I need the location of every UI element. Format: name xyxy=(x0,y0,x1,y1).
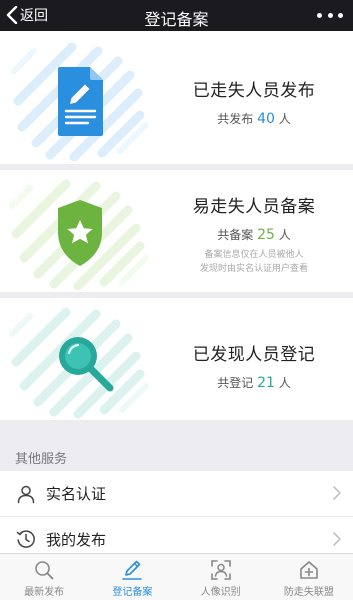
tab-label: 防走失联盟 xyxy=(283,587,334,598)
stat-prefix: 共发布 xyxy=(217,112,254,126)
card-title: 已走失人员发布 xyxy=(192,81,316,101)
card-text: 已发现人员登记 共登记 21 人 xyxy=(165,340,343,391)
user-icon xyxy=(16,484,36,504)
more-dot-icon xyxy=(338,12,343,18)
list-item-real-name-verification[interactable]: 实名认证 xyxy=(0,471,353,516)
pencil-icon xyxy=(120,559,144,581)
stat-unit: 人 xyxy=(278,228,291,242)
bottom-tab-bar: 最新发布 登记备案 人像识别 防走失联盟 xyxy=(0,553,353,600)
card-publish-missing[interactable]: 已走失人员发布 共发布 40 人 xyxy=(0,31,353,164)
page-title: 登记备案 xyxy=(144,10,209,29)
list-item-label: 实名认证 xyxy=(46,485,107,503)
stat-unit: 人 xyxy=(278,376,291,390)
navigation-bar: 返回 登记备案 xyxy=(0,0,353,31)
stat-prefix: 共备案 xyxy=(217,228,254,242)
card-stat: 共备案 25 人 xyxy=(165,226,343,243)
tab-label: 最新发布 xyxy=(24,587,65,598)
back-label: 返回 xyxy=(20,8,48,24)
card-stat: 共发布 40 人 xyxy=(165,110,343,127)
card-text: 易走失人员备案 共备案 25 人 备案信息仅在人员被他人 发现时由实名认证用户查… xyxy=(165,192,343,276)
stat-count: 40 xyxy=(257,111,275,127)
chevron-right-icon xyxy=(333,486,341,500)
back-button[interactable]: 返回 xyxy=(6,5,48,25)
more-menu-button[interactable] xyxy=(317,8,343,22)
house-plus-icon xyxy=(297,559,321,581)
tab-face-recognition[interactable]: 人像识别 xyxy=(177,554,265,600)
shield-star-icon xyxy=(9,179,149,291)
stat-count: 21 xyxy=(257,375,275,391)
chevron-right-icon xyxy=(333,532,341,546)
chevron-left-icon xyxy=(6,6,18,24)
search-icon xyxy=(32,559,56,581)
stat-count: 25 xyxy=(257,227,275,243)
section-header-other-services: 其他服务 xyxy=(15,452,68,467)
more-dot-icon xyxy=(327,12,333,18)
note-line: 发现时由实名认证用户查看 xyxy=(199,264,308,274)
tab-register[interactable]: 登记备案 xyxy=(88,554,176,600)
magnifier-icon xyxy=(9,307,149,419)
stat-unit: 人 xyxy=(278,112,291,126)
card-stat: 共登记 21 人 xyxy=(165,374,343,391)
face-scan-icon xyxy=(209,559,233,581)
card-register-found[interactable]: 已发现人员登记 共登记 21 人 xyxy=(0,298,353,420)
tab-label: 登记备案 xyxy=(112,587,153,598)
note-line: 备案信息仅在人员被他人 xyxy=(204,250,304,260)
card-title: 易走失人员备案 xyxy=(192,197,316,217)
card-title: 已发现人员登记 xyxy=(192,345,316,365)
history-icon xyxy=(16,529,36,549)
other-services-list: 实名认证 我的发布 xyxy=(0,471,353,561)
more-dot-icon xyxy=(317,12,322,18)
tab-anti-loss-alliance[interactable]: 防走失联盟 xyxy=(265,554,353,600)
document-edit-icon xyxy=(11,42,149,162)
card-register-at-risk[interactable]: 易走失人员备案 共备案 25 人 备案信息仅在人员被他人 发现时由实名认证用户查… xyxy=(0,170,353,292)
card-text: 已走失人员发布 共发布 40 人 xyxy=(165,76,343,127)
stat-prefix: 共登记 xyxy=(217,376,254,390)
list-item-label: 我的发布 xyxy=(46,530,107,549)
tab-label: 人像识别 xyxy=(200,587,241,598)
card-note: 备案信息仅在人员被他人 发现时由实名认证用户查看 xyxy=(165,248,343,276)
tab-latest-posts[interactable]: 最新发布 xyxy=(0,554,88,600)
